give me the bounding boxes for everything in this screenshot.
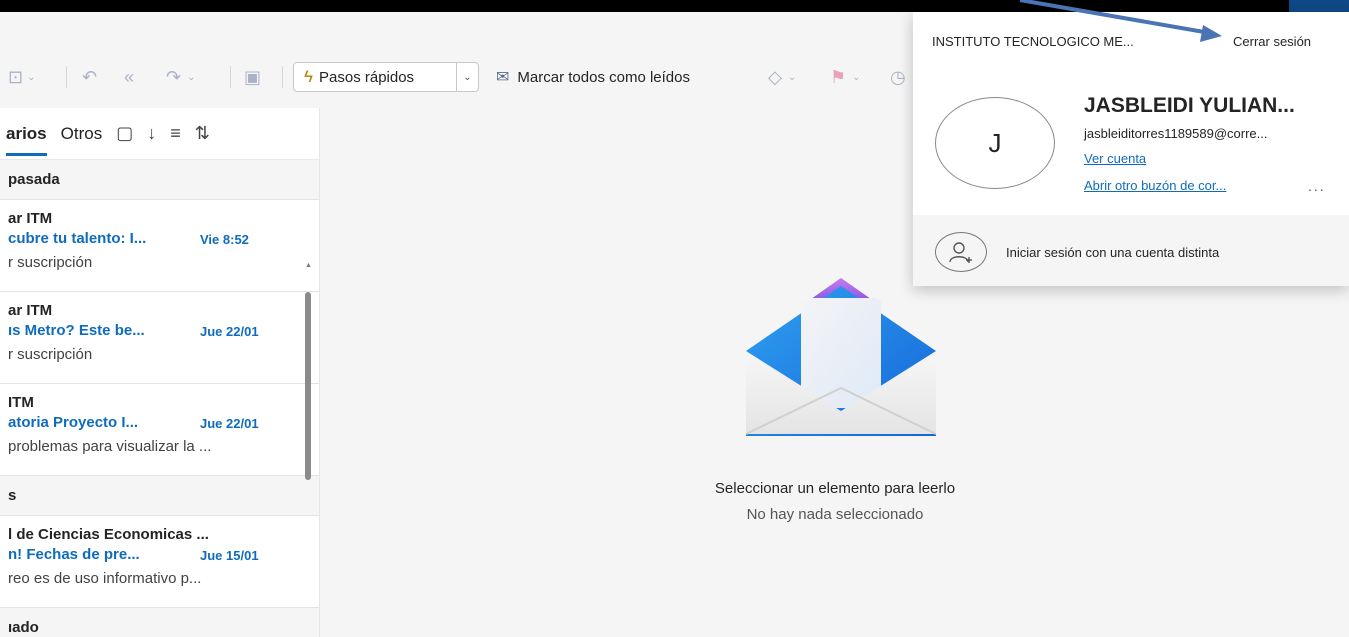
sort-icon[interactable]: ⇅: [195, 123, 210, 144]
ribbon-divider: [230, 66, 231, 88]
mail-date: Jue 22/01: [200, 416, 259, 431]
avatar: J: [935, 97, 1055, 189]
sign-out-link[interactable]: Cerrar sesión: [1233, 34, 1311, 49]
mark-all-read-label: Marcar todos como leídos: [517, 68, 690, 86]
message-list: arios Otros ▢ ↓ ≡ ⇅ pasada ar ITM cubre …: [0, 108, 320, 637]
mark-all-read-button[interactable]: ✉ Marcar todos como leídos: [496, 64, 690, 90]
top-bar: [0, 0, 1349, 12]
mail-sender: l de Ciencias Economicas ...: [8, 526, 209, 543]
jump-to-icon[interactable]: ↓: [147, 123, 156, 144]
reply-all-icon[interactable]: «: [124, 64, 134, 90]
view-account-link[interactable]: Ver cuenta: [1084, 151, 1146, 166]
mail-sender: ar ITM: [8, 210, 53, 227]
empty-envelope-icon: [745, 278, 937, 436]
user-email: jasbleiditorres1189589@corre...: [1084, 126, 1268, 141]
tab-other[interactable]: Otros: [61, 124, 103, 144]
mail-sender: ITM: [8, 394, 34, 411]
filter-icon[interactable]: ≡: [170, 123, 181, 144]
mail-date: Jue 22/01: [200, 324, 259, 339]
mail-preview: r suscripción: [8, 346, 93, 363]
group-header[interactable]: ıado: [0, 608, 319, 637]
organization-name: INSTITUTO TECNOLOGICO ME...: [932, 34, 1134, 49]
envelope-open-icon: ✉: [496, 69, 510, 86]
open-other-mailbox-link[interactable]: Abrir otro buzón de cor...: [1084, 178, 1226, 193]
mail-subject: n! Fechas de pre...: [8, 546, 140, 563]
more-options-icon[interactable]: ...: [1308, 178, 1326, 194]
group-header[interactable]: pasada: [0, 160, 319, 200]
quick-steps-label: Pasos rápidos: [319, 68, 415, 86]
sign-in-other-account-row[interactable]: Iniciar sesión con una cuenta distinta: [913, 215, 1349, 286]
lightning-icon: ϟ: [304, 67, 313, 86]
mail-preview: problemas para visualizar la ...: [8, 438, 212, 455]
flag-icon[interactable]: ⚑ ⌄: [830, 64, 861, 90]
mail-subject: cubre tu talento: I...: [8, 230, 147, 247]
mail-subject: atoria Proyecto I...: [8, 414, 139, 431]
scroll-up-icon[interactable]: ▲: [305, 262, 312, 269]
message-list-scrollbar[interactable]: ▲: [304, 262, 312, 480]
quick-steps-button[interactable]: ϟ Pasos rápidos ⌄: [293, 62, 479, 92]
list-item[interactable]: ar ITM cubre tu talento: I... Vie 8:52 r…: [0, 200, 319, 292]
mail-preview: reo es de uso informativo p...: [8, 570, 202, 587]
teams-icon[interactable]: ▣: [244, 64, 261, 90]
empty-subtitle: No hay nada seleccionado: [746, 506, 924, 523]
add-person-icon: [935, 232, 987, 272]
group-header[interactable]: s: [0, 476, 319, 516]
chevron-down-icon[interactable]: ⌄: [456, 63, 478, 91]
empty-title: Seleccionar un elemento para leerlo: [714, 480, 956, 497]
mail-subject: ıs Metro? Este be...: [8, 322, 145, 339]
new-group-icon[interactable]: ⊡ ⌄: [8, 64, 35, 90]
sign-in-other-account-label: Iniciar sesión con una cuenta distinta: [1006, 245, 1220, 260]
avatar-initial: J: [988, 127, 1002, 158]
inbox-tabs: arios Otros ▢ ↓ ≡ ⇅: [0, 108, 319, 160]
mail-date: Jue 15/01: [200, 548, 259, 563]
list-item[interactable]: l de Ciencias Economicas ... n! Fechas d…: [0, 516, 319, 608]
mail-date: Vie 8:52: [200, 232, 249, 247]
ribbon-divider: [282, 66, 283, 88]
mail-preview: r suscripción: [8, 254, 93, 271]
account-popup: INSTITUTO TECNOLOGICO ME... Cerrar sesió…: [913, 12, 1349, 286]
scrollbar-thumb[interactable]: [305, 292, 311, 480]
reply-icon[interactable]: ↶: [82, 64, 97, 90]
top-bar-accent: [1289, 0, 1349, 12]
list-item[interactable]: ar ITM ıs Metro? Este be... Jue 22/01 r …: [0, 292, 319, 384]
mail-sender: ar ITM: [8, 302, 53, 319]
list-item[interactable]: ITM atoria Proyecto I... Jue 22/01 probl…: [0, 384, 319, 476]
tag-icon[interactable]: ◇ ⌄: [768, 64, 796, 90]
clock-icon[interactable]: ◷: [890, 64, 906, 90]
ribbon-divider: [66, 66, 67, 88]
user-name: JASBLEIDI YULIAN...: [1084, 94, 1295, 117]
forward-icon[interactable]: ↷ ⌄: [166, 64, 195, 90]
tab-focused[interactable]: arios: [6, 124, 47, 156]
chat-icon[interactable]: ▢: [116, 123, 133, 144]
